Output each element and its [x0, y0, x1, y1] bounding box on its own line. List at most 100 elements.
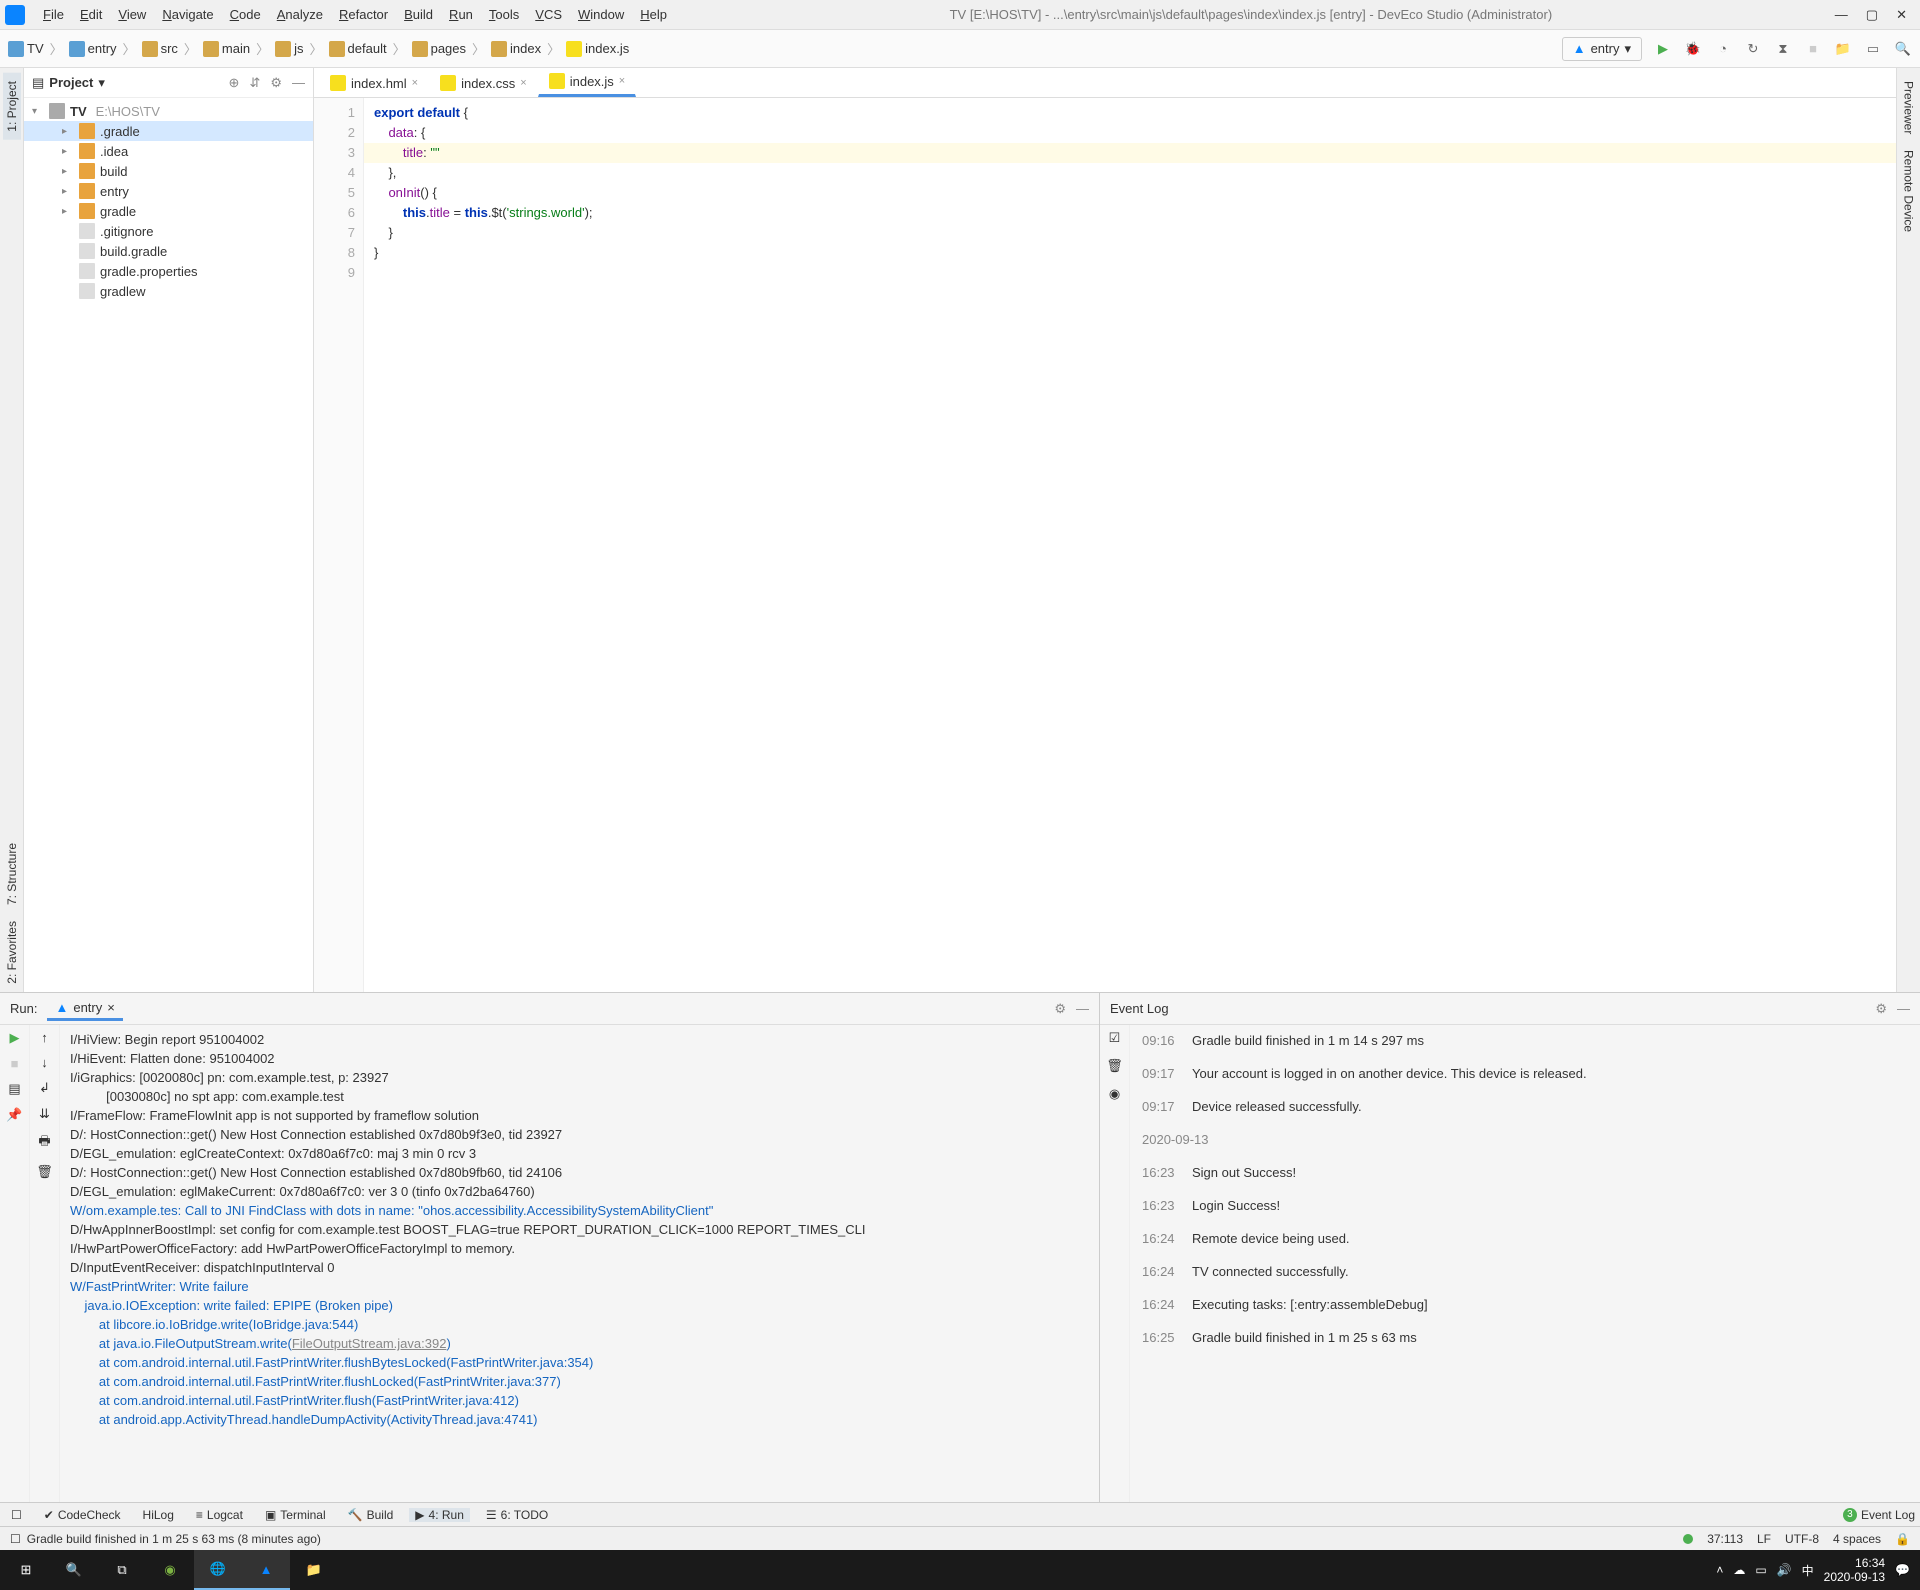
- stop-button[interactable]: ■: [1804, 40, 1822, 58]
- settings-icon[interactable]: ⚙: [270, 75, 282, 91]
- notifications-icon[interactable]: 💬: [1895, 1563, 1910, 1577]
- sync-button[interactable]: 📁: [1834, 40, 1852, 58]
- menu-build[interactable]: Build: [396, 7, 441, 22]
- taskbar-deveco[interactable]: ▲: [242, 1550, 290, 1590]
- search-button[interactable]: 🔍: [50, 1550, 98, 1590]
- layout-button[interactable]: ▤: [8, 1081, 20, 1097]
- system-tray[interactable]: ˄ ☁ ▭ 🔊 中 16:34 2020-09-13 💬: [1708, 1556, 1918, 1584]
- chevron-down-icon[interactable]: ▾: [98, 75, 105, 91]
- eventlog-content[interactable]: 09:16Gradle build finished in 1 m 14 s 2…: [1130, 1025, 1920, 1502]
- tray-onedrive-icon[interactable]: ☁: [1733, 1563, 1745, 1577]
- breadcrumb-item[interactable]: pages: [412, 41, 466, 57]
- breadcrumb-item[interactable]: index: [491, 41, 541, 57]
- close-button[interactable]: ✕: [1896, 7, 1907, 23]
- btab-checkbox[interactable]: ☐: [5, 1508, 28, 1522]
- breadcrumb-item[interactable]: src: [142, 41, 178, 57]
- btab-logcat[interactable]: ≡ Logcat: [190, 1508, 249, 1522]
- eventlog-entry[interactable]: 16:23Sign out Success!: [1142, 1165, 1908, 1180]
- btab-codecheck[interactable]: ✔ CodeCheck: [38, 1508, 127, 1522]
- minimize-panel-icon[interactable]: —: [1897, 1001, 1910, 1017]
- task-view-button[interactable]: ⧉: [98, 1550, 146, 1590]
- tree-item[interactable]: .gitignore: [24, 221, 313, 241]
- left-tab-favorites[interactable]: 2: Favorites: [3, 913, 21, 992]
- status-icon[interactable]: ☐: [10, 1532, 21, 1546]
- menu-refactor[interactable]: Refactor: [331, 7, 396, 22]
- device-button[interactable]: ▭: [1864, 40, 1882, 58]
- breadcrumb-item[interactable]: js: [275, 41, 303, 57]
- clear-button[interactable]: 🗑: [36, 1164, 53, 1180]
- print-button[interactable]: 🖶: [38, 1132, 50, 1154]
- project-tree[interactable]: ▾ TV E:\HOS\TV ▸.gradle▸.idea▸build▸entr…: [24, 98, 313, 304]
- cursor-position[interactable]: 37:113: [1707, 1532, 1743, 1546]
- menu-tools[interactable]: Tools: [481, 7, 527, 22]
- taskbar-explorer[interactable]: 📁: [290, 1550, 338, 1590]
- menu-code[interactable]: Code: [222, 7, 269, 22]
- attach-button[interactable]: ⧗: [1774, 40, 1792, 58]
- menu-view[interactable]: View: [110, 7, 154, 22]
- breadcrumb-item[interactable]: main: [203, 41, 250, 57]
- gear-icon[interactable]: ⚙: [1054, 1001, 1066, 1017]
- btab-hilog[interactable]: HiLog: [137, 1508, 180, 1522]
- profile-button[interactable]: ↻: [1744, 40, 1762, 58]
- editor-tab[interactable]: index.hml×: [319, 69, 429, 97]
- close-icon[interactable]: ×: [520, 77, 526, 89]
- btab-eventlog[interactable]: 3 Event Log: [1843, 1508, 1915, 1522]
- menu-vcs[interactable]: VCS: [527, 7, 570, 22]
- tree-root[interactable]: ▾ TV E:\HOS\TV: [24, 101, 313, 121]
- btab-terminal[interactable]: ▣ Terminal: [259, 1508, 332, 1522]
- console-output[interactable]: I/HiView: Begin report 951004002I/HiEven…: [60, 1025, 1099, 1502]
- close-icon[interactable]: ×: [107, 1000, 115, 1015]
- rerun-button[interactable]: ▶: [10, 1030, 20, 1046]
- tray-battery-icon[interactable]: ▭: [1755, 1563, 1766, 1577]
- breadcrumb-item[interactable]: index.js: [566, 41, 629, 57]
- eventlog-entry[interactable]: 16:24TV connected successfully.: [1142, 1264, 1908, 1279]
- stop-button[interactable]: ■: [11, 1056, 19, 1071]
- maximize-button[interactable]: ▢: [1866, 7, 1878, 23]
- right-tab-previewer[interactable]: Previewer: [1900, 73, 1918, 142]
- right-tab-remote-device[interactable]: Remote Device: [1900, 142, 1918, 240]
- tree-item[interactable]: gradlew: [24, 281, 313, 301]
- collapse-icon[interactable]: ⇵: [249, 75, 260, 91]
- scroll-button[interactable]: ⇊: [39, 1106, 50, 1122]
- tree-item[interactable]: ▸.idea: [24, 141, 313, 161]
- search-button[interactable]: 🔍: [1894, 40, 1912, 58]
- hide-icon[interactable]: —: [292, 75, 305, 91]
- clear-icon[interactable]: 🗑: [1106, 1058, 1123, 1074]
- taskbar-app-1[interactable]: ◉: [146, 1550, 194, 1590]
- run-button[interactable]: ▶: [1654, 40, 1672, 58]
- coverage-button[interactable]: ◔: [1714, 40, 1732, 58]
- left-tab-project[interactable]: 1: Project: [3, 73, 21, 140]
- btab-todo[interactable]: ☰ 6: TODO: [480, 1508, 554, 1522]
- tree-item[interactable]: ▸gradle: [24, 201, 313, 221]
- tree-item[interactable]: ▸build: [24, 161, 313, 181]
- settings-icon[interactable]: ◉: [1109, 1086, 1120, 1102]
- taskbar-chrome[interactable]: 🌐: [194, 1550, 242, 1590]
- line-separator[interactable]: LF: [1757, 1532, 1771, 1546]
- left-tab-structure[interactable]: 7: Structure: [3, 835, 21, 913]
- lock-icon[interactable]: 🔒: [1895, 1532, 1910, 1546]
- tray-ime-icon[interactable]: 中: [1802, 1562, 1814, 1579]
- tray-volume-icon[interactable]: 🔊: [1777, 1563, 1792, 1577]
- file-encoding[interactable]: UTF-8: [1785, 1532, 1819, 1546]
- btab-run[interactable]: ▶ 4: Run: [409, 1508, 470, 1522]
- eventlog-entry[interactable]: 16:24Executing tasks: [:entry:assembleDe…: [1142, 1297, 1908, 1312]
- eventlog-entry[interactable]: 16:25Gradle build finished in 1 m 25 s 6…: [1142, 1330, 1908, 1345]
- tree-item[interactable]: ▸.gradle: [24, 121, 313, 141]
- down-button[interactable]: ↓: [41, 1055, 48, 1070]
- run-tab[interactable]: ▲ entry ×: [47, 997, 122, 1021]
- locate-icon[interactable]: ⊕: [229, 75, 240, 91]
- btab-build[interactable]: 🔨 Build: [342, 1508, 400, 1522]
- pin-button[interactable]: 📌: [6, 1107, 22, 1123]
- mark-read-icon[interactable]: ☑: [1109, 1030, 1121, 1046]
- taskbar-clock[interactable]: 16:34 2020-09-13: [1824, 1556, 1885, 1584]
- menu-help[interactable]: Help: [632, 7, 675, 22]
- breadcrumb-item[interactable]: default: [329, 41, 387, 57]
- code-content[interactable]: export default { data: { title: "" }, on…: [364, 98, 1896, 992]
- tree-item[interactable]: build.gradle: [24, 241, 313, 261]
- menu-run[interactable]: Run: [441, 7, 481, 22]
- eventlog-entry[interactable]: 09:17Your account is logged in on anothe…: [1142, 1066, 1908, 1081]
- menu-window[interactable]: Window: [570, 7, 632, 22]
- editor-tab[interactable]: index.js×: [538, 67, 637, 97]
- up-button[interactable]: ↑: [41, 1030, 48, 1045]
- tree-item[interactable]: gradle.properties: [24, 261, 313, 281]
